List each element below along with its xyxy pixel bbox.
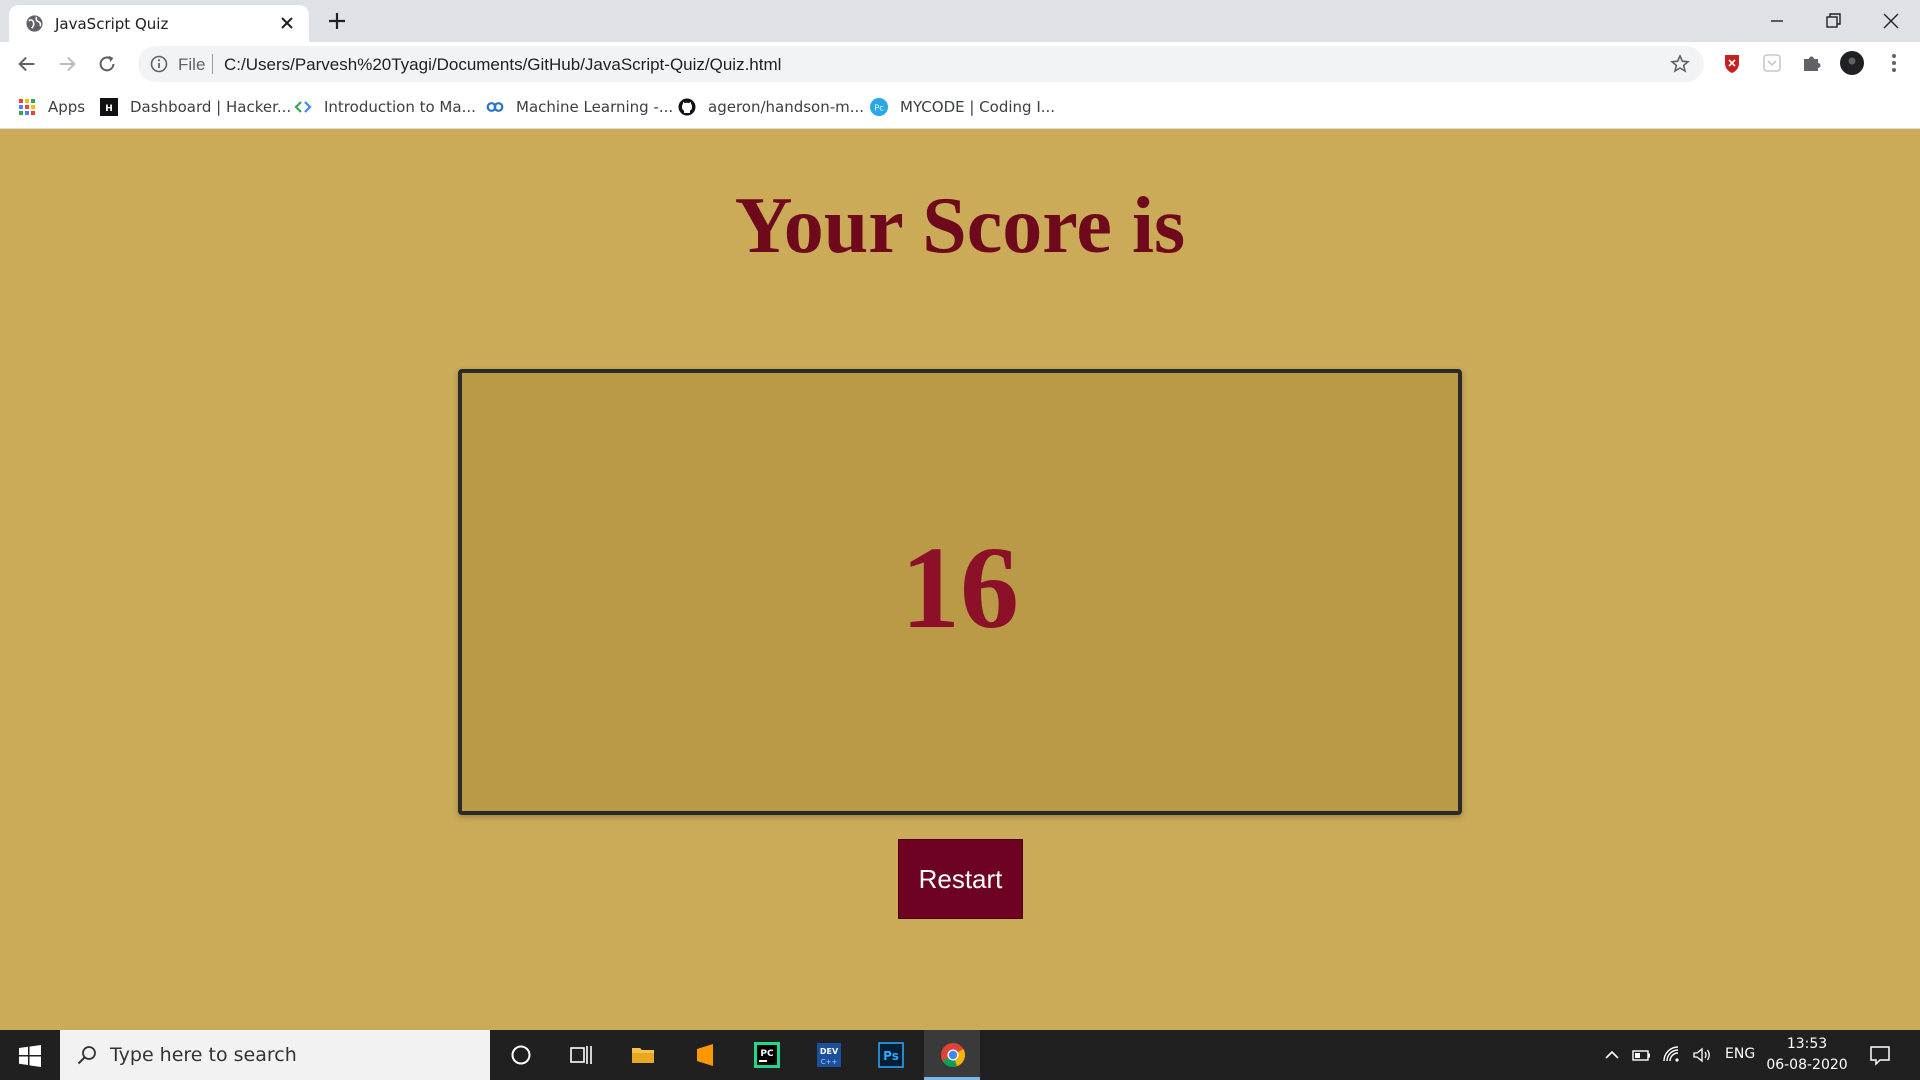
bookmark-apps[interactable]: Apps [18,86,85,128]
bookmark-label: Apps [48,98,86,116]
windows-start-icon[interactable] [18,1044,42,1068]
puzzle-extensions-icon[interactable] [1800,51,1824,75]
sublime-text-button[interactable] [676,1030,732,1080]
notification-center-icon[interactable] [1868,1043,1892,1067]
photoshop-icon: Ps [878,1042,904,1068]
back-arrow-icon[interactable] [16,53,38,75]
close-tab-icon[interactable] [277,13,297,33]
clock-date: 06-08-2020 [1766,1057,1848,1073]
score-box: 16 [458,369,1462,815]
svg-text:C++: C++ [821,1058,838,1066]
new-tab-icon[interactable] [325,9,349,33]
address-url[interactable]: C:/Users/Parvesh%20Tyagi/Documents/GitHu… [224,55,781,75]
pocket-extension-icon[interactable] [1760,51,1784,75]
clock[interactable]: 13:53 06-08-2020 [1762,1034,1852,1076]
wifi-icon[interactable] [1662,1045,1682,1065]
score-value: 16 [901,522,1019,653]
sublime-text-icon [697,1044,713,1066]
mycode-icon: Pc [870,98,888,116]
bookmark-hackerrank[interactable]: H Dashboard | Hacker... [100,86,291,128]
volume-icon[interactable] [1692,1045,1712,1065]
chrome-icon [941,1043,965,1067]
devcpp-button[interactable]: DEV C++ [800,1030,856,1080]
bookmark-label: Dashboard | Hacker... [130,98,292,116]
address-scheme: File [178,55,206,74]
svg-text:H: H [105,104,113,114]
restart-button[interactable]: Restart [898,839,1023,919]
task-view-button[interactable] [552,1030,608,1080]
restore-icon[interactable] [1818,6,1848,36]
browser-toolbar: File C:/Users/Parvesh%20Tyagi/Documents/… [0,42,1920,86]
code-brackets-icon [294,101,312,113]
pycharm-icon: PC [754,1042,780,1068]
bookmark-label: Machine Learning -... [516,98,674,116]
search-icon [77,1046,96,1065]
file-explorer-button[interactable] [614,1030,670,1080]
battery-icon[interactable] [1632,1045,1652,1065]
minimize-icon[interactable] [1762,6,1792,36]
browser-tab[interactable]: JavaScript Quiz [9,5,309,42]
close-window-icon[interactable] [1876,6,1906,36]
clock-time: 13:53 [1786,1036,1828,1052]
shield-extension-icon[interactable] [1720,51,1744,75]
bookmark-label: Introduction to Ma... [324,98,476,116]
forward-arrow-icon[interactable] [56,53,78,75]
windows-taskbar: Type here to search PC DEV C++ Ps ENG 13… [0,1030,1920,1080]
tab-title: JavaScript Quiz [55,15,169,33]
apps-grid-icon [19,99,35,115]
menu-kebab-icon[interactable] [1882,51,1906,75]
bookmark-github[interactable]: ageron/handson-m... [678,86,864,128]
address-bar[interactable]: File C:/Users/Parvesh%20Tyagi/Documents/… [138,46,1704,82]
hackerrank-icon: H [100,98,118,116]
devcpp-icon: DEV C++ [817,1043,841,1067]
task-view-icon [570,1046,592,1064]
address-separator [212,54,213,74]
bookmark-mycode[interactable]: Pc MYCODE | Coding I... [870,86,1055,128]
coursera-icon [486,102,504,112]
globe-icon [26,15,43,32]
bookmarks-bar: Apps H Dashboard | Hacker... Introductio… [0,86,1920,129]
svg-text:DEV: DEV [820,1047,839,1056]
svg-text:Ps: Ps [883,1049,899,1063]
search-placeholder: Type here to search [110,1044,297,1066]
bookmark-machine-learning[interactable]: Machine Learning -... [486,86,673,128]
bookmark-star-icon[interactable] [1670,54,1690,74]
cortana-button[interactable] [492,1030,548,1080]
pycharm-button[interactable]: PC [738,1030,794,1080]
svg-text:PC: PC [760,1049,774,1059]
chrome-button[interactable] [924,1030,980,1080]
svg-text:Pc: Pc [874,104,883,113]
show-hidden-icons-chevron-icon[interactable] [1602,1045,1622,1065]
cortana-circle-icon [511,1045,531,1065]
profile-avatar-icon[interactable] [1840,51,1864,75]
language-indicator[interactable]: ENG [1725,1046,1755,1062]
reload-icon[interactable] [96,53,118,75]
taskbar-search-box[interactable]: Type here to search [60,1030,490,1080]
bookmark-label: ageron/handson-m... [708,98,865,116]
folder-icon [632,1048,654,1063]
info-icon[interactable] [150,55,168,73]
bookmark-label: MYCODE | Coding I... [900,98,1056,116]
quiz-page: Your Score is 16 Restart [0,129,1920,1029]
score-heading: Your Score is [734,182,1186,270]
github-icon [678,98,696,116]
photoshop-button[interactable]: Ps [862,1030,918,1080]
bookmark-introduction[interactable]: Introduction to Ma... [294,86,476,128]
browser-tab-strip: JavaScript Quiz [0,0,1920,42]
